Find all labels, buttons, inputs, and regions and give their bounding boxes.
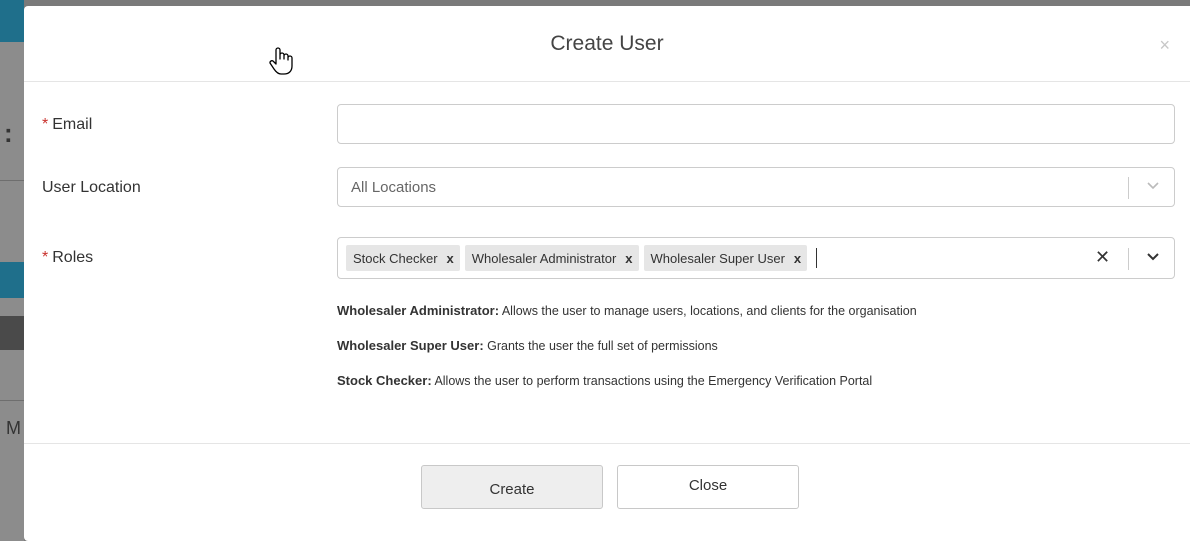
clear-all-icon[interactable]: ✕ [1095,247,1110,268]
roles-tag-list: Stock Checker x Wholesaler Administrator… [346,245,818,271]
close-icon[interactable]: × [1159,36,1170,54]
select-separator [1128,177,1129,199]
modal-header: Create User × [24,6,1190,82]
role-tag-label: Wholesaler Administrator [471,250,617,266]
background-accent-bar [0,262,24,298]
background-divider [0,400,24,401]
role-tag-label: Stock Checker [353,250,438,266]
role-description: Wholesaler Super User: Grants the user t… [337,338,718,353]
footer-divider [24,443,1190,444]
roles-label: * Roles [42,249,93,267]
role-description-name: Stock Checker: [337,373,432,388]
roles-label-text: Roles [52,249,94,266]
role-description-name: Wholesaler Super User: [337,338,484,353]
email-label-text: Email [52,116,93,133]
role-tag: Wholesaler Administrator x [464,245,639,271]
role-description: Wholesaler Administrator: Allows the use… [337,303,917,318]
role-tag-label: Wholesaler Super User [650,250,785,266]
create-button[interactable]: Create [421,465,603,509]
role-description-text: Allows the user to manage users, locatio… [499,304,917,318]
close-button[interactable]: Close [617,465,799,509]
email-input[interactable] [337,104,1175,144]
remove-tag-icon[interactable]: x [794,251,801,266]
required-marker: * [42,249,49,266]
background-divider [0,180,24,181]
role-description-text: Grants the user the full set of permissi… [483,339,718,353]
role-description: Stock Checker: Allows the user to perfor… [337,373,872,388]
background-header-bar [0,0,24,42]
chevron-down-icon[interactable] [1143,249,1163,269]
background-text-fragment: M [6,418,21,438]
remove-tag-icon[interactable]: x [625,251,632,266]
background-dark-bar [0,316,24,350]
select-separator [1128,248,1129,270]
create-user-modal: Create User × * Email User Location All L… [24,6,1190,541]
hand-pointer-icon [268,46,294,81]
role-description-text: Allows the user to perform transactions … [431,374,873,388]
user-location-placeholder: All Locations [351,179,437,196]
user-location-select[interactable]: All Locations [337,167,1175,207]
modal-title: Create User [550,32,664,55]
roles-multiselect[interactable]: Stock Checker x Wholesaler Administrator… [337,237,1175,279]
chevron-down-icon[interactable] [1143,178,1163,198]
user-location-label: User Location [42,179,141,196]
remove-tag-icon[interactable]: x [447,251,454,266]
email-label: * Email [42,116,92,134]
background-text-fragment: : [4,118,13,148]
role-tag: Wholesaler Super User x [643,245,808,271]
required-marker: * [42,116,49,133]
text-caret [816,248,818,268]
role-description-name: Wholesaler Administrator: [337,303,500,318]
role-tag: Stock Checker x [346,245,460,271]
